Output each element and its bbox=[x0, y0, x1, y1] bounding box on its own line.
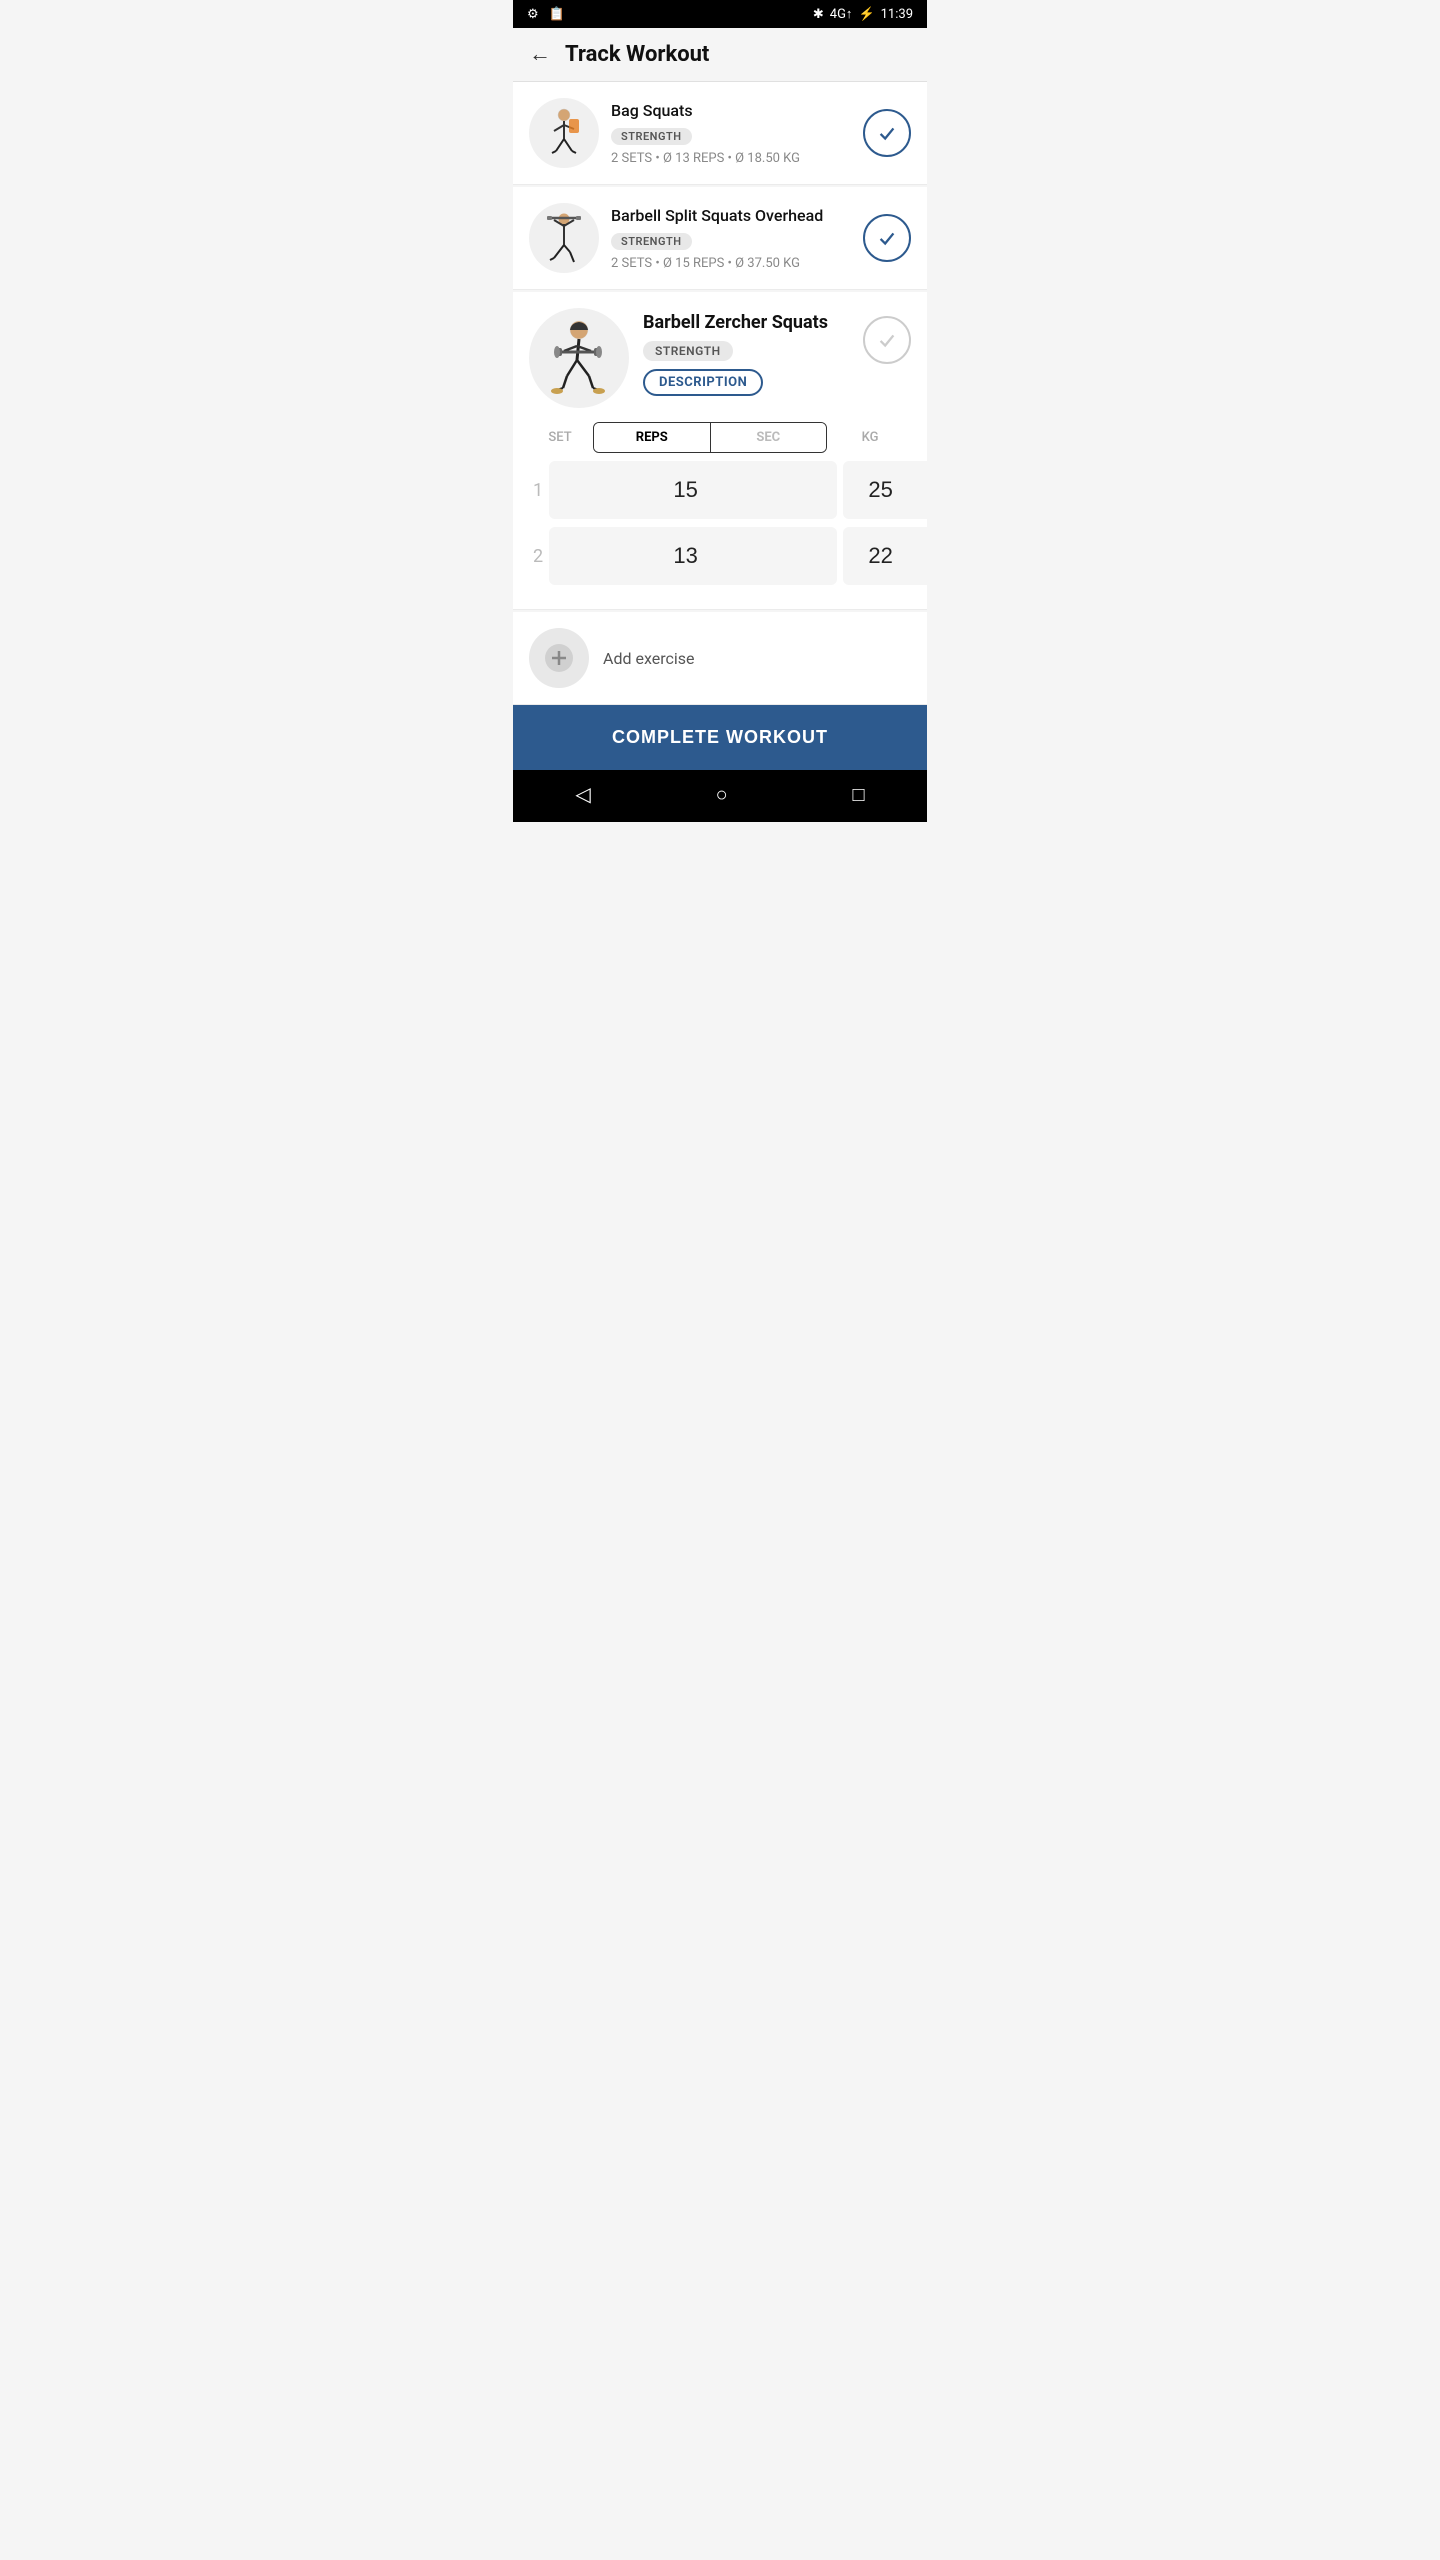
sets-header: SET REPS SEC KG bbox=[533, 422, 907, 453]
add-exercise-icon bbox=[544, 643, 574, 673]
checkmark-icon-zercher bbox=[876, 329, 898, 351]
set-number-1: 1 bbox=[533, 480, 543, 501]
exercise-avatar-barbell-split bbox=[529, 203, 599, 273]
bluetooth-icon: ✱ bbox=[813, 7, 824, 22]
exercise-card-zercher-squats: Barbell Zercher Squats STRENGTH DESCRIPT… bbox=[513, 292, 927, 610]
content: Bag Squats STRENGTH 2 SETS • Ø 13 REPS •… bbox=[513, 82, 927, 705]
exercise-card-bag-squats: Bag Squats STRENGTH 2 SETS • Ø 13 REPS •… bbox=[513, 82, 927, 185]
checkmark-icon-barbell-split bbox=[876, 227, 898, 249]
kg-input-1[interactable] bbox=[843, 461, 927, 519]
exercise-illustration-bag-squats bbox=[536, 105, 592, 161]
exercise-stats-barbell-split: 2 SETS • Ø 15 REPS • Ø 37.50 KG bbox=[611, 256, 851, 271]
header: ← Track Workout bbox=[513, 28, 927, 82]
task-icon: 📋 bbox=[549, 7, 565, 22]
check-button-zercher[interactable] bbox=[863, 316, 911, 364]
nav-recents-button[interactable]: □ bbox=[852, 782, 864, 807]
signal-icon: 4G↑ bbox=[830, 6, 853, 22]
settings-icon: ⚙ bbox=[527, 7, 539, 22]
back-button[interactable]: ← bbox=[529, 44, 551, 66]
status-bar: ⚙ 📋 ✱ 4G↑ ⚡ 11:39 bbox=[513, 0, 927, 28]
exercise-illustration-barbell-split bbox=[536, 210, 592, 266]
nav-bar: ◁ ○ □ bbox=[513, 770, 927, 822]
reps-tab[interactable]: REPS bbox=[594, 423, 710, 452]
status-bar-left: ⚙ 📋 bbox=[527, 7, 565, 22]
reps-sec-tabs[interactable]: REPS SEC bbox=[593, 422, 827, 453]
status-bar-right: ✱ 4G↑ ⚡ 11:39 bbox=[813, 6, 913, 22]
exercise-name-barbell-split: Barbell Split Squats Overhead bbox=[611, 206, 851, 225]
exercise-avatar-zercher bbox=[529, 308, 629, 408]
exercise-avatar-bag-squats bbox=[529, 98, 599, 168]
exercise-tag-zercher: STRENGTH bbox=[643, 341, 733, 361]
set-row-1: 1 × bbox=[533, 461, 907, 519]
kg-input-2[interactable] bbox=[843, 527, 927, 585]
set-column-header: SET bbox=[535, 430, 585, 445]
complete-workout-button[interactable]: COMPLETE WORKOUT bbox=[513, 705, 927, 770]
reps-input-2[interactable] bbox=[549, 527, 837, 585]
exercise-name-bag-squats: Bag Squats bbox=[611, 101, 851, 120]
set-number-2: 2 bbox=[533, 546, 543, 567]
add-exercise-avatar bbox=[529, 628, 589, 688]
exercise-illustration-zercher bbox=[539, 318, 619, 398]
page-title: Track Workout bbox=[565, 42, 709, 67]
add-exercise-label: Add exercise bbox=[603, 649, 694, 668]
nav-back-button[interactable]: ◁ bbox=[575, 782, 590, 806]
exercise-top-zercher: Barbell Zercher Squats STRENGTH DESCRIPT… bbox=[529, 308, 911, 408]
kg-column-header: KG bbox=[835, 430, 905, 445]
reps-input-1[interactable] bbox=[549, 461, 837, 519]
exercise-name-zercher: Barbell Zercher Squats bbox=[643, 312, 828, 333]
description-button[interactable]: DESCRIPTION bbox=[643, 369, 763, 396]
exercise-expanded-info-zercher: Barbell Zercher Squats STRENGTH DESCRIPT… bbox=[643, 308, 911, 396]
set-row-2: 2 + bbox=[533, 527, 907, 585]
checkmark-icon-bag-squats bbox=[876, 122, 898, 144]
exercise-info-barbell-split: Barbell Split Squats Overhead STRENGTH 2… bbox=[611, 206, 851, 271]
exercise-tag-barbell-split: STRENGTH bbox=[611, 233, 692, 250]
exercise-info-bag-squats: Bag Squats STRENGTH 2 SETS • Ø 13 REPS •… bbox=[611, 101, 851, 166]
sets-section: SET REPS SEC KG 1 × 2 + bbox=[529, 422, 911, 609]
exercise-stats-bag-squats: 2 SETS • Ø 13 REPS • Ø 18.50 KG bbox=[611, 151, 851, 166]
time-display: 11:39 bbox=[881, 7, 913, 22]
exercise-card-barbell-split: Barbell Split Squats Overhead STRENGTH 2… bbox=[513, 187, 927, 290]
exercise-tag-bag-squats: STRENGTH bbox=[611, 128, 692, 145]
check-button-barbell-split[interactable] bbox=[863, 214, 911, 262]
add-exercise-row[interactable]: Add exercise bbox=[513, 612, 927, 705]
sec-tab[interactable]: SEC bbox=[710, 423, 827, 452]
nav-home-button[interactable]: ○ bbox=[716, 782, 728, 807]
battery-icon: ⚡ bbox=[858, 7, 874, 22]
check-button-bag-squats[interactable] bbox=[863, 109, 911, 157]
